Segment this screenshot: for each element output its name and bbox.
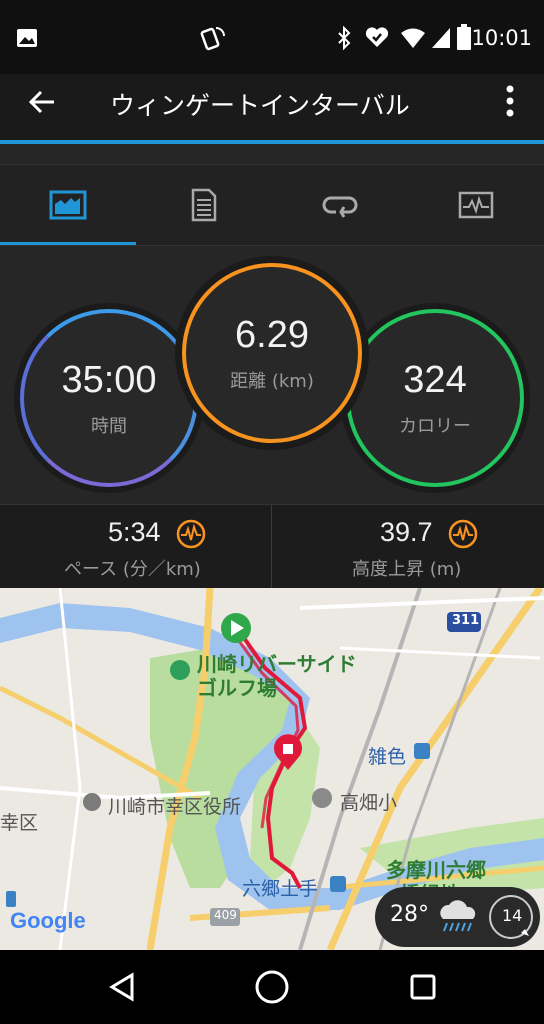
route-311-label: 311 [452,613,480,628]
stats-panel: 35:00 時間 324 カロリー 6.29 距離 (km) [0,246,544,504]
nav-back-icon[interactable] [108,972,136,1002]
clock: 10:01 [471,26,532,50]
calories-value: 324 [403,358,467,401]
tab-summary[interactable] [0,165,136,245]
tab-laps[interactable] [272,165,408,245]
saiwai-ward-label: 幸区 [0,812,39,834]
weather-widget[interactable]: 28° 14 [375,887,540,947]
calories-label: カロリー [399,415,471,437]
bluetooth-icon [338,26,351,50]
metrics-divider [271,505,272,589]
collapsed-header [0,144,544,165]
wind-speed: 14 [502,906,523,925]
elevation-label: 高度上昇 (m) [352,559,462,580]
system-nav-bar [0,950,544,1024]
pace-label: ペース (分／km) [64,559,201,580]
toolbar: ウィンゲートインターバル [0,74,544,140]
pace-value: 5:34 [108,517,161,547]
document-icon [191,188,217,222]
google-logo: Google [10,908,86,933]
tab-bar [0,165,544,245]
metrics-row: 5:34 ペース (分／km) 39.7 高度上昇 (m) [0,504,544,589]
golf-course-label: 川崎リバーサイド ゴルフ場 [197,652,357,700]
image-notification-icon [17,29,37,47]
elevation-insight-icon[interactable] [448,519,478,549]
time-label: 時間 [91,415,127,437]
battery-icon [457,24,471,50]
calories-circle: 324 カロリー [346,309,524,487]
rain-cloud-icon [440,900,476,932]
tab-details[interactable] [136,165,272,245]
summary-chart-icon [49,190,87,220]
nfc-tap-icon [200,27,225,51]
elevation-value: 39.7 [380,517,433,547]
page-title: ウィンゲートインターバル [110,91,410,120]
route-409-label: 409 [214,908,237,922]
pace-insight-icon[interactable] [176,519,206,549]
rokugo-station-label: 六郷土手 [242,878,319,900]
cell-signal-icon [432,28,450,48]
takahata-school-label: 高畑小 [340,792,398,814]
distance-value: 6.29 [235,313,309,356]
distance-label: 距離 (km) [230,370,314,392]
zoshiki-station-label: 雑色 [368,746,407,768]
more-options-icon[interactable] [503,84,517,118]
heart-sync-icon [365,27,389,47]
tab-graphs[interactable] [408,165,544,245]
nav-recents-icon[interactable] [410,974,436,1000]
wifi-icon [401,28,425,48]
time-value: 35:00 [61,358,157,401]
nav-home-icon[interactable] [254,969,290,1005]
laps-loop-icon [322,196,358,218]
graph-monitor-icon [458,191,494,219]
time-circle: 35:00 時間 [20,309,198,487]
temperature: 28° [390,902,429,927]
status-bar: 10:01 [0,0,544,74]
back-arrow-icon[interactable] [28,88,56,116]
distance-circle: 6.29 距離 (km) [182,263,362,443]
ward-office-label: 川崎市幸区役所 [108,796,242,818]
